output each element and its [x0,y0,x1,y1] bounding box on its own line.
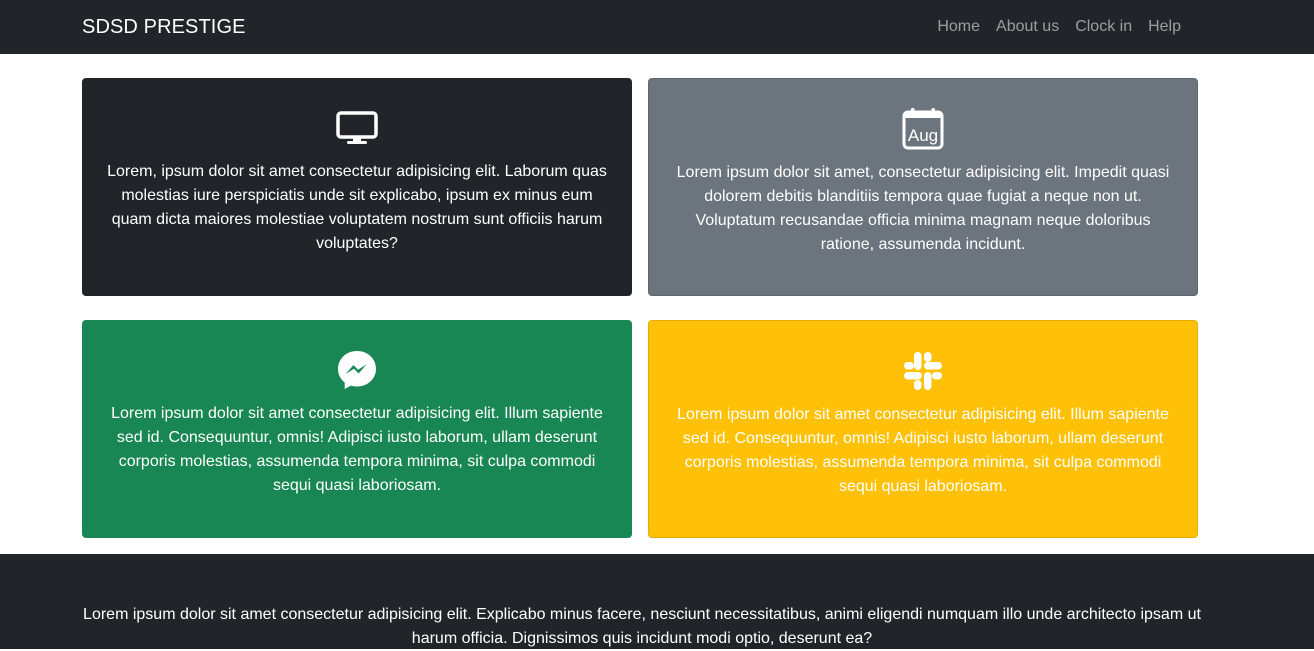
card-text: Lorem ipsum dolor sit amet, consectetur … [676,164,1170,253]
card-slack: Lorem ipsum dolor sit amet consectetur a… [648,320,1198,538]
calendar-icon-label: Aug [908,126,938,145]
navbar: SDSD PRESTIGE Home About us Clock in Hel… [0,0,1314,54]
nav-link-clock-in[interactable]: Clock in [1067,16,1140,38]
footer-text: Lorem ipsum dolor sit amet consectetur a… [83,606,1201,647]
nav-link-about-us[interactable]: About us [988,16,1067,38]
brand-link[interactable]: SDSD PRESTIGE [82,15,246,39]
nav-link-home[interactable]: Home [929,16,988,38]
monitor-icon [335,106,379,150]
card-messenger: Lorem ipsum dolor sit amet consectetur a… [82,320,632,538]
card-text: Lorem, ipsum dolor sit amet consectetur … [107,163,607,252]
card-desktop: Lorem, ipsum dolor sit amet consectetur … [82,78,632,296]
slack-icon [901,349,945,393]
card-text: Lorem ipsum dolor sit amet consectetur a… [111,405,603,494]
nav-links: Home About us Clock in Help [929,16,1189,38]
card-text: Lorem ipsum dolor sit amet consectetur a… [677,406,1169,495]
card-calendar: Aug Lorem ipsum dolor sit amet, consecte… [648,78,1198,296]
nav-link-help[interactable]: Help [1140,16,1189,38]
messenger-icon [335,348,379,392]
calendar-icon: Aug [901,107,945,151]
footer: Lorem ipsum dolor sit amet consectetur a… [0,554,1314,649]
